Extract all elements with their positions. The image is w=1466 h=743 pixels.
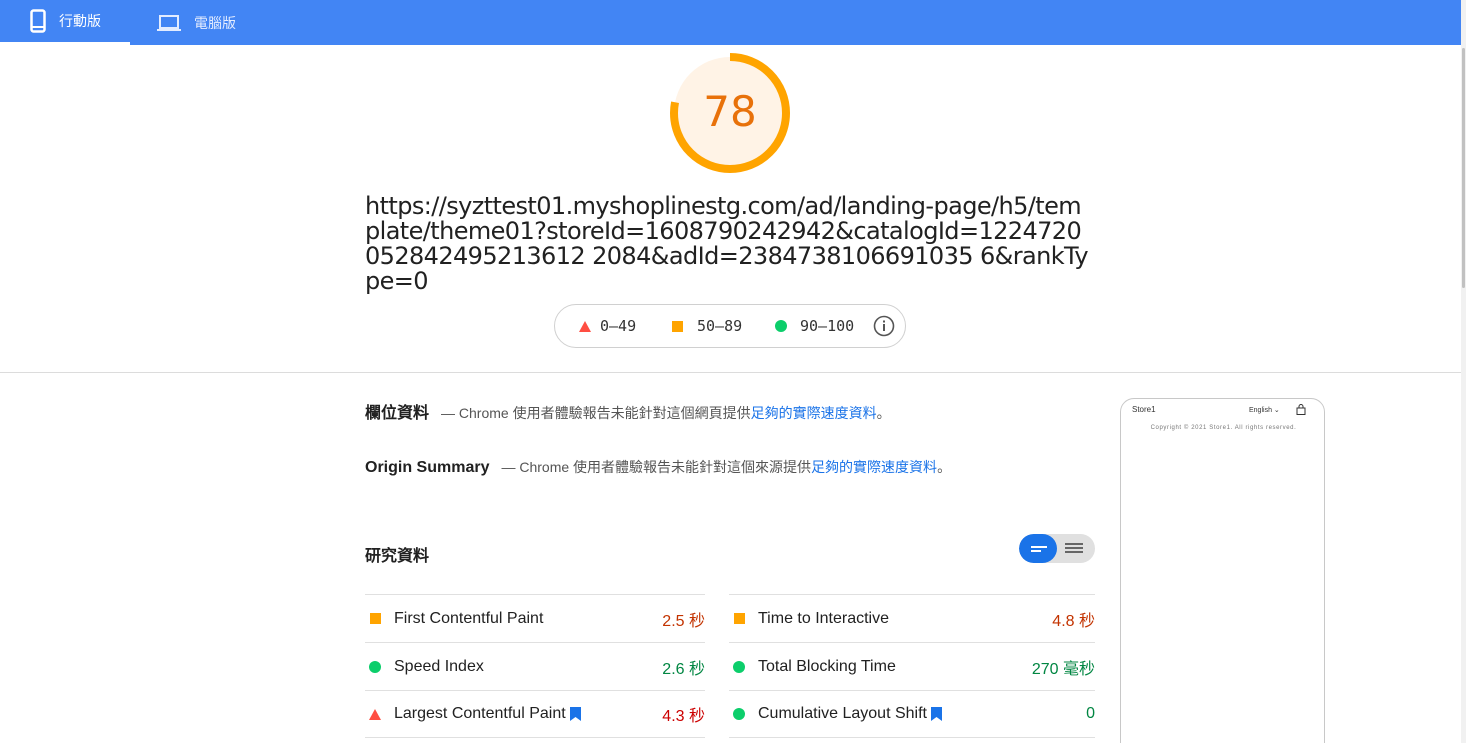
metric-name: Largest Contentful Paint bbox=[394, 705, 566, 722]
field-data-section: 欄位資料 — Chrome 使用者體驗報告未能針對這個網頁提供足夠的實際速度資料… bbox=[365, 399, 891, 423]
metric-name: Time to Interactive bbox=[758, 609, 890, 627]
tab-mobile-label: 行動版 bbox=[59, 13, 101, 29]
legend-pass-range: 90–100 bbox=[800, 317, 855, 335]
metric-name: Cumulative Layout Shift bbox=[758, 705, 927, 722]
tested-url: https://syzttest01.myshoplinestg.com/ad/… bbox=[365, 192, 1089, 295]
legend-fail: 0–49 bbox=[579, 317, 636, 335]
bookmark-icon bbox=[930, 707, 942, 721]
legend-average: 50–89 bbox=[672, 317, 742, 335]
score-legend: 0–49 50–89 90–100 bbox=[554, 304, 906, 348]
legend-fail-range: 0–49 bbox=[600, 317, 637, 335]
legend-average-range: 50–89 bbox=[697, 317, 743, 335]
fail-triangle-icon bbox=[369, 708, 381, 720]
info-icon[interactable] bbox=[873, 315, 895, 337]
performance-score: 78 bbox=[703, 87, 757, 136]
metric-value: 2.6 秒 bbox=[662, 660, 705, 678]
pass-circle-icon bbox=[775, 320, 787, 332]
screenshot-language: English ⌄ bbox=[1249, 407, 1280, 414]
metric-name: First Contentful Paint bbox=[394, 609, 544, 627]
metric-largest-contentful-paint: Largest Contentful Paint 4.3 秒 bbox=[365, 690, 705, 738]
metrics-view-toggle[interactable] bbox=[1019, 534, 1095, 563]
laptop-icon bbox=[157, 14, 181, 31]
tab-desktop-label: 電腦版 bbox=[194, 14, 236, 31]
screenshot-store-name: Store1 bbox=[1132, 405, 1156, 414]
bookmark-icon bbox=[569, 707, 581, 721]
toggle-expanded-view[interactable] bbox=[1057, 534, 1095, 563]
metric-value: 0 bbox=[1086, 705, 1095, 722]
pass-circle-icon bbox=[369, 660, 381, 673]
average-square-icon bbox=[369, 613, 381, 624]
metric-value: 4.3 秒 bbox=[662, 708, 705, 725]
metric-value: 2.5 秒 bbox=[662, 612, 705, 630]
origin-summary-link[interactable]: 足夠的實際速度資料 bbox=[811, 459, 937, 475]
metric-speed-index: Speed Index 2.6 秒 bbox=[365, 642, 705, 690]
tab-desktop[interactable]: 電腦版 bbox=[130, 0, 270, 45]
metric-name: Total Blocking Time bbox=[758, 657, 896, 675]
tab-mobile[interactable]: 行動版 bbox=[0, 0, 130, 45]
metric-name: Speed Index bbox=[394, 657, 484, 675]
origin-summary-section: Origin Summary — Chrome 使用者體驗報告未能針對這個來源提… bbox=[365, 457, 951, 477]
pass-circle-icon bbox=[733, 660, 745, 673]
fail-triangle-icon bbox=[579, 320, 591, 332]
lab-data-title: 研究資料 bbox=[365, 548, 430, 565]
metric-first-contentful-paint: First Contentful Paint 2.5 秒 bbox=[365, 594, 705, 642]
scrollbar-thumb[interactable] bbox=[1462, 48, 1465, 288]
metric-value: 4.8 秒 bbox=[1052, 612, 1095, 630]
metric-value: 270 毫秒 bbox=[1031, 660, 1095, 678]
shopping-bag-icon bbox=[1296, 404, 1306, 415]
field-data-link[interactable]: 足夠的實際速度資料 bbox=[751, 405, 877, 421]
toggle-compact-view[interactable] bbox=[1019, 534, 1057, 563]
metric-time-to-interactive: Time to Interactive 4.8 秒 bbox=[729, 594, 1095, 642]
device-tab-bar: 行動版 電腦版 bbox=[0, 0, 1461, 45]
legend-pass: 90–100 bbox=[775, 317, 854, 335]
origin-summary-description: — Chrome 使用者體驗報告未能針對這個來源提供足夠的實際速度資料。 bbox=[501, 459, 952, 475]
field-data-title: 欄位資料 bbox=[365, 405, 430, 422]
pass-circle-icon bbox=[733, 708, 745, 720]
screenshot-copyright: Copyright © 2021 Store1. All rights rese… bbox=[1150, 425, 1297, 431]
page-scrollbar[interactable] bbox=[1461, 0, 1466, 743]
average-square-icon bbox=[672, 320, 683, 332]
origin-summary-title: Origin Summary bbox=[365, 459, 490, 476]
page-screenshot-thumbnail: Store1 English ⌄ Copyright © 2021 Store1… bbox=[1120, 398, 1325, 743]
metric-cumulative-layout-shift: Cumulative Layout Shift 0 bbox=[729, 690, 1095, 738]
metric-total-blocking-time: Total Blocking Time 270 毫秒 bbox=[729, 642, 1095, 690]
average-square-icon bbox=[733, 613, 745, 624]
smartphone-icon bbox=[30, 9, 46, 33]
field-data-description: — Chrome 使用者體驗報告未能針對這個網頁提供足夠的實際速度資料。 bbox=[441, 405, 891, 421]
section-divider bbox=[0, 372, 1461, 373]
